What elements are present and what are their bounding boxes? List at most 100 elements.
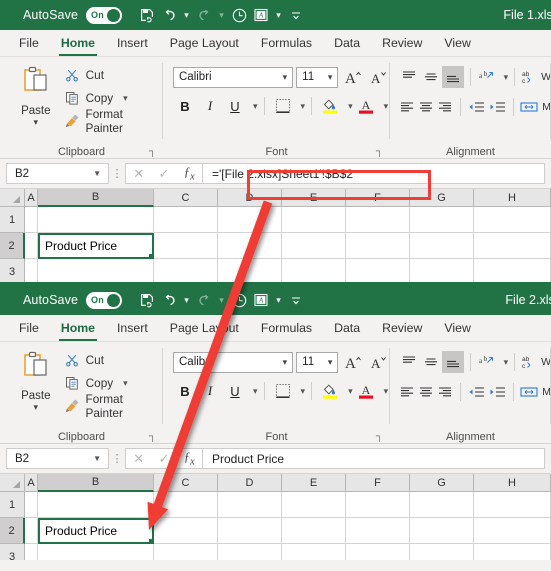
increase-indent-icon[interactable]	[487, 381, 507, 403]
orientation-icon[interactable]: ab	[476, 351, 497, 373]
cell-e2[interactable]	[282, 518, 346, 544]
align-bottom-icon[interactable]	[442, 351, 464, 373]
font-color-icon[interactable]: A	[354, 95, 378, 117]
font-name-chevron-down-icon[interactable]: ▾	[283, 357, 288, 368]
column-header-d[interactable]: D	[218, 474, 282, 492]
increase-font-size-icon[interactable]: A	[341, 66, 364, 88]
autosave-toggle[interactable]: On	[86, 291, 123, 309]
cell-h2[interactable]	[474, 518, 551, 544]
underline-chevron-down-icon[interactable]: ▾	[253, 101, 258, 112]
fx-icon[interactable]: ƒx	[177, 165, 202, 183]
cell-c2[interactable]	[154, 233, 218, 259]
align-bottom-icon[interactable]	[442, 66, 464, 88]
check-icon[interactable]: ✓	[151, 166, 176, 182]
tab-data[interactable]: Data	[323, 30, 371, 56]
cell-e2[interactable]	[282, 233, 346, 259]
column-header-e[interactable]: E	[282, 474, 346, 492]
cut-button[interactable]: Cut	[64, 65, 163, 85]
borders-icon[interactable]	[271, 95, 295, 117]
copy-button[interactable]: Copy ▾	[64, 373, 163, 393]
orientation-icon[interactable]: ab	[476, 66, 497, 88]
align-right-icon[interactable]	[436, 381, 454, 403]
name-box[interactable]: B2 ▼	[6, 163, 109, 184]
align-center-icon[interactable]	[417, 381, 435, 403]
tab-view[interactable]: View	[433, 315, 481, 341]
font-size-chevron-down-icon[interactable]: ▾	[328, 72, 333, 83]
clipboard-dialog-launcher-icon[interactable]: ┐	[149, 431, 156, 442]
align-left-icon[interactable]	[398, 96, 416, 118]
close-icon[interactable]: ✕	[126, 451, 151, 467]
format-painter-button[interactable]: Format Painter	[64, 107, 163, 135]
copy-button[interactable]: Copy ▾	[64, 88, 163, 108]
undo-dropdown-chevron-down-icon[interactable]: ▾	[180, 10, 193, 21]
column-header-c[interactable]: C	[154, 189, 218, 207]
underline-chevron-down-icon[interactable]: ▾	[253, 386, 258, 397]
cell-h1[interactable]	[474, 207, 551, 233]
column-header-b[interactable]: B	[38, 474, 154, 492]
check-icon[interactable]: ✓	[151, 451, 176, 467]
cell-d2[interactable]	[218, 518, 282, 544]
cell-a1[interactable]	[25, 492, 38, 518]
cell-d1[interactable]	[218, 492, 282, 518]
paste-chevron-down-icon[interactable]: ▾	[34, 118, 39, 127]
name-box-chevron-down-icon[interactable]: ▼	[93, 169, 101, 178]
tab-review[interactable]: Review	[371, 315, 433, 341]
cell-c1[interactable]	[154, 207, 218, 233]
decrease-indent-icon[interactable]	[466, 381, 486, 403]
column-header-e[interactable]: E	[282, 189, 346, 207]
touch-mode-icon[interactable]: A	[250, 3, 272, 27]
font-size-combo[interactable]: 11 ▾	[296, 66, 339, 88]
autosave-toggle[interactable]: On	[86, 6, 123, 24]
align-middle-icon[interactable]	[420, 66, 441, 88]
align-middle-icon[interactable]	[420, 351, 441, 373]
align-top-icon[interactable]	[398, 66, 419, 88]
underline-button[interactable]: U	[223, 95, 247, 117]
align-center-icon[interactable]	[417, 96, 435, 118]
tab-formulas[interactable]: Formulas	[250, 30, 323, 56]
history-clock-icon[interactable]	[228, 3, 250, 27]
borders-chevron-down-icon[interactable]: ▾	[301, 101, 306, 112]
cell-c2[interactable]	[154, 518, 218, 544]
font-color-icon[interactable]: A	[354, 380, 378, 402]
italic-button[interactable]: I	[198, 380, 222, 402]
column-header-f[interactable]: F	[346, 189, 410, 207]
cell-b1[interactable]	[38, 207, 154, 233]
font-name-chevron-down-icon[interactable]: ▾	[283, 72, 288, 83]
cell-h3[interactable]	[474, 544, 551, 560]
cell-g2[interactable]	[410, 233, 474, 259]
font-size-chevron-down-icon[interactable]: ▾	[328, 357, 333, 368]
increase-font-size-icon[interactable]: A	[341, 351, 364, 373]
cell-c3[interactable]	[154, 544, 218, 560]
column-header-g[interactable]: G	[410, 474, 474, 492]
fx-icon[interactable]: ƒx	[177, 450, 202, 468]
cut-button[interactable]: Cut	[64, 350, 163, 370]
cell-b3[interactable]	[38, 544, 154, 560]
italic-button[interactable]: I	[198, 95, 222, 117]
wrap-text-button[interactable]: ab c W	[521, 354, 551, 370]
align-left-icon[interactable]	[398, 381, 416, 403]
cell-g3[interactable]	[410, 544, 474, 560]
decrease-indent-icon[interactable]	[466, 96, 486, 118]
tab-view[interactable]: View	[433, 30, 481, 56]
cell-c1[interactable]	[154, 492, 218, 518]
undo-icon[interactable]	[158, 3, 180, 27]
cell-a3[interactable]	[25, 544, 38, 560]
bold-button[interactable]: B	[173, 95, 197, 117]
touch-mode-chevron-down-icon[interactable]: ▾	[272, 295, 285, 306]
cell-b1[interactable]	[38, 492, 154, 518]
font-name-combo[interactable]: Calibri ▾	[173, 351, 294, 373]
merge-center-button[interactable]: M	[519, 99, 551, 115]
cell-h1[interactable]	[474, 492, 551, 518]
font-size-combo[interactable]: 11 ▾	[296, 351, 339, 373]
column-header-c[interactable]: C	[154, 474, 218, 492]
column-header-h[interactable]: H	[474, 474, 551, 492]
undo-dropdown-chevron-down-icon[interactable]: ▾	[180, 295, 193, 306]
cell-g2[interactable]	[410, 518, 474, 544]
cell-a2[interactable]	[25, 233, 38, 259]
fill-color-icon[interactable]	[318, 95, 342, 117]
decrease-font-size-icon[interactable]: A	[367, 351, 390, 373]
font-color-chevron-down-icon[interactable]: ▾	[384, 386, 389, 397]
column-header-b[interactable]: B	[38, 189, 154, 207]
save-sync-icon[interactable]	[136, 288, 158, 312]
fill-color-chevron-down-icon[interactable]: ▾	[348, 386, 353, 397]
